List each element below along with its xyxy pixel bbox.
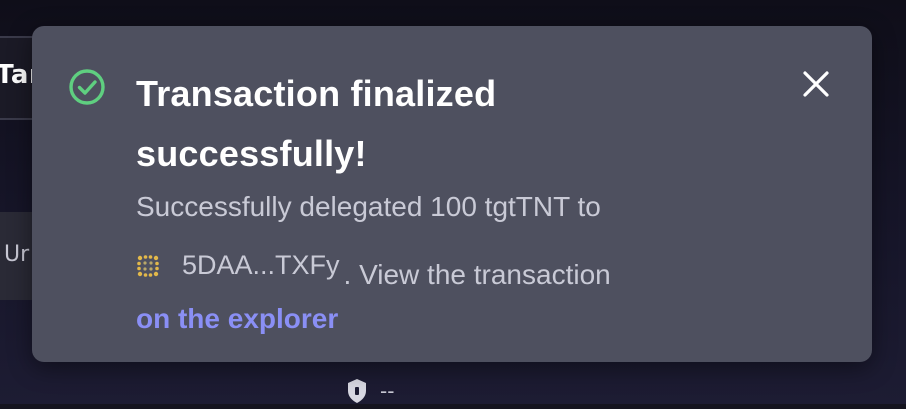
identicon-icon — [136, 254, 160, 278]
message-prefix: Successfully delegated 100 tgtTNT to — [136, 192, 776, 232]
toast-message: Successfully delegated 100 tgtTNT to — [136, 192, 776, 334]
toast-title: Transaction finalized successfully! — [136, 64, 696, 184]
success-toast: Transaction finalized successfully! Succ… — [32, 26, 872, 362]
message-address-row: 5DAA...TXFy . View the transaction — [136, 232, 776, 286]
background-row-label: Ur — [4, 242, 29, 267]
shield-lock-icon — [346, 378, 368, 404]
delegatee-address[interactable]: 5DAA...TXFy — [182, 250, 340, 280]
bottom-value: -- — [380, 379, 394, 403]
message-suffix: . View the transaction — [344, 260, 611, 290]
explorer-link[interactable]: on the explorer — [136, 304, 776, 334]
background-bottom-row: -- — [346, 378, 394, 404]
check-circle-icon — [68, 68, 106, 106]
close-icon[interactable] — [796, 64, 836, 104]
